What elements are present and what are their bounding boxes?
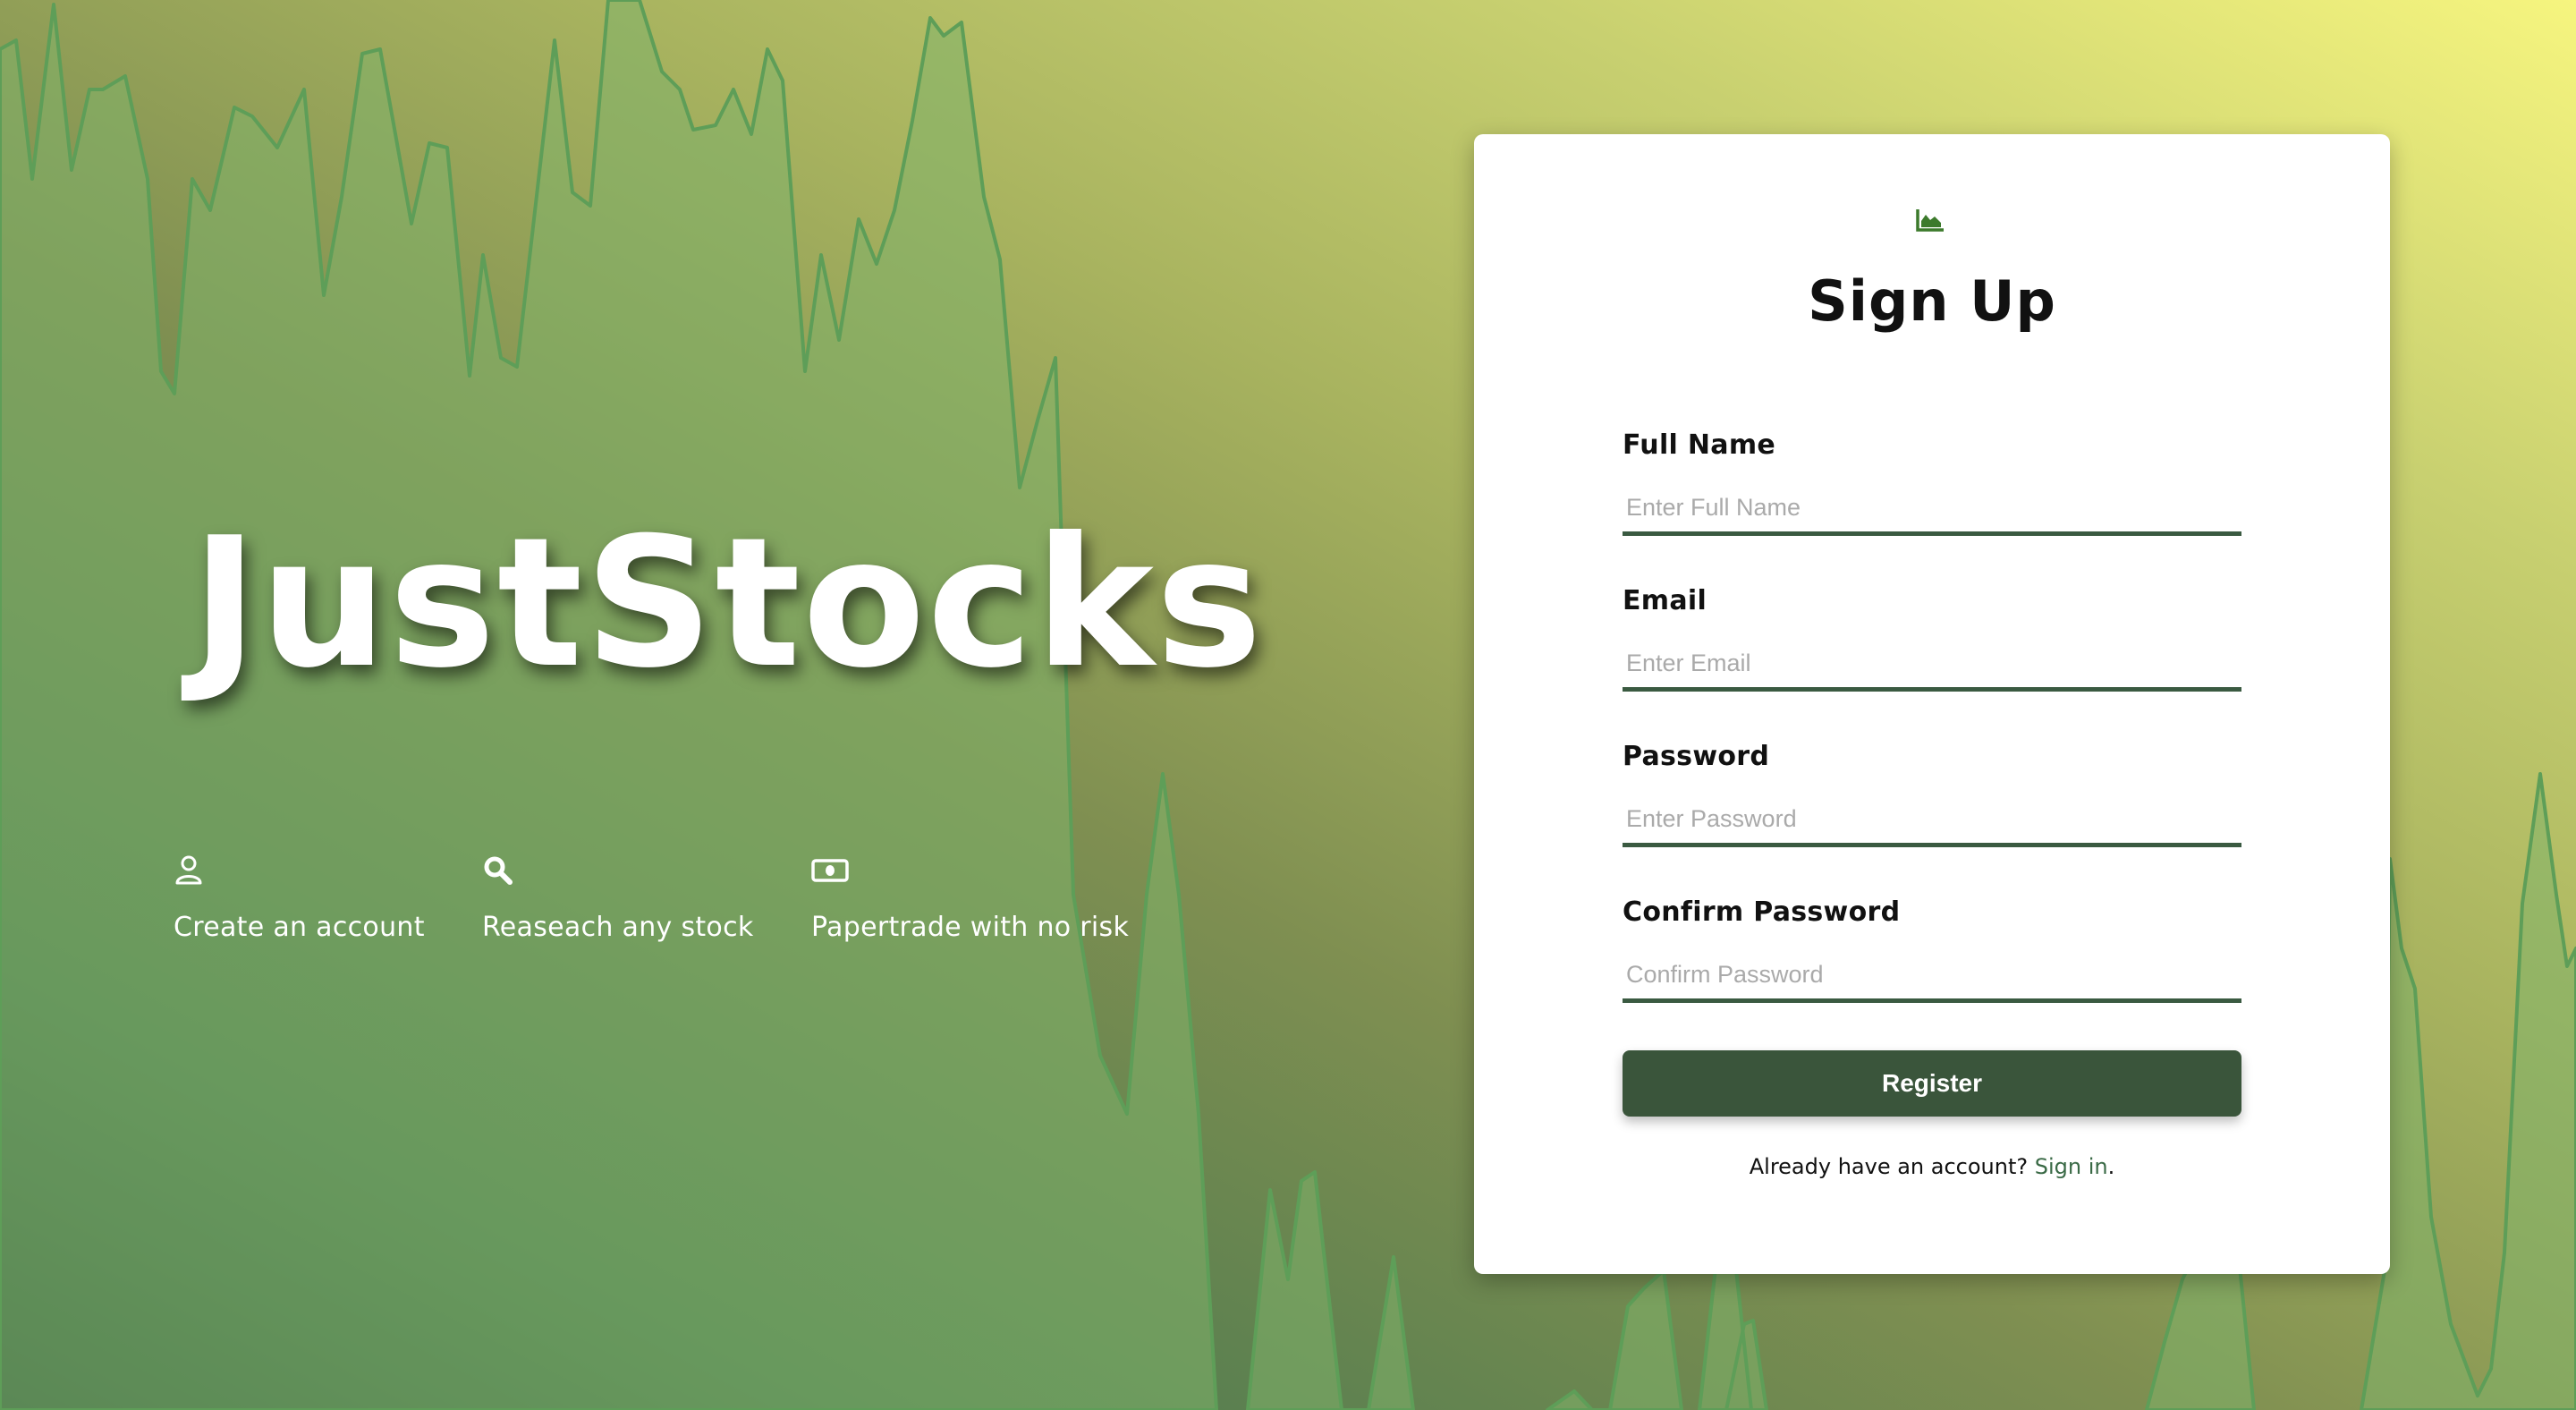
register-button[interactable]: Register [1623,1050,2241,1117]
password-label: Password [1623,741,1770,772]
password-group: Password [1623,741,2241,847]
form-title: Sign Up [1808,268,2056,334]
brand-title: JustStocks [191,499,1265,708]
full-name-group: Full Name [1623,429,2241,536]
email-label: Email [1623,585,1707,616]
search-icon [484,856,513,885]
signin-prefix-text: Already have an account? [1749,1154,2029,1179]
signup-card: Sign Up Full Name Email Password Confirm… [1474,134,2390,1274]
background-chart-area-right-1 [1546,1251,1768,1410]
feature-label: Papertrade with no risk [811,912,1130,943]
feature-research-stock: Reaseach any stock [482,854,754,943]
email-input[interactable] [1623,640,2241,692]
money-bill-icon [811,859,849,882]
background-chart-area-right-3 [2360,772,2576,1410]
feature-label: Reaseach any stock [482,912,754,943]
feature-papertrade: Papertrade with no risk [811,854,1129,943]
background-chart-area-mid [1246,1170,1415,1410]
email-group: Email [1623,585,2241,692]
full-name-label: Full Name [1623,429,1776,461]
signin-suffix-text: . [2107,1154,2115,1179]
feature-label: Create an account [174,912,425,943]
full-name-input[interactable] [1623,484,2241,536]
feature-create-account: Create an account [174,854,425,943]
password-input[interactable] [1623,795,2241,847]
chart-area-icon [1916,209,1944,232]
confirm-password-label: Confirm Password [1623,896,1901,928]
signin-prompt: Already have an account? Sign in. [1474,1154,2390,1179]
user-icon [175,855,202,885]
confirm-password-group: Confirm Password [1623,896,2241,1003]
signin-link[interactable]: Sign in [2035,1154,2108,1179]
confirm-password-input[interactable] [1623,951,2241,1003]
